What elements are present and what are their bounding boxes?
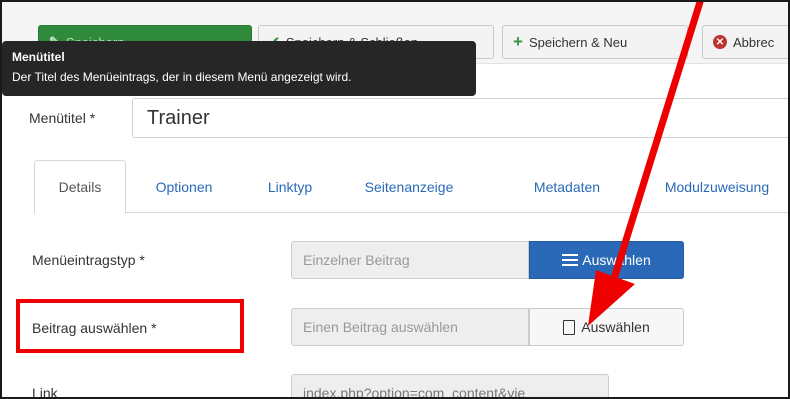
menu-item-type-field: Einzelner Beitrag xyxy=(291,241,529,279)
save-new-button-label: Speichern & Neu xyxy=(528,34,628,50)
link-field: index.php?option=com_content&vie xyxy=(291,374,609,397)
tab-seitenanzeige[interactable]: Seitenanzeige xyxy=(336,160,482,213)
tab-bar: Details Optionen Linktyp Seitenanzeige M… xyxy=(34,160,788,214)
cancel-button-label: Abbrec xyxy=(733,34,775,50)
plus-icon: + xyxy=(513,32,523,51)
link-label: Link xyxy=(32,385,58,399)
tab-linktyp[interactable]: Linktyp xyxy=(254,160,326,213)
title-label: Menütitel * xyxy=(29,110,96,126)
tab-modulzuweisung[interactable]: Modulzuweisung xyxy=(642,160,788,213)
close-circle-icon: ✕ xyxy=(713,35,727,49)
tab-details[interactable]: Details xyxy=(34,160,126,214)
save-new-button[interactable]: + Speichern & Neu xyxy=(502,25,688,59)
tooltip-text: Der Titel des Menüeintrags, der in diese… xyxy=(12,70,352,84)
tooltip: Menütitel Der Titel des Menüeintrags, de… xyxy=(2,41,476,96)
screenshot-frame: ✎ Speichern ✔ Speichern & Schließen + Sp… xyxy=(0,0,790,399)
annotation-highlight-box xyxy=(16,299,244,353)
select-menu-type-button[interactable]: Auswählen xyxy=(529,241,684,279)
menu-item-type-label: Menüeintragstyp * xyxy=(32,252,145,268)
list-icon xyxy=(562,253,579,267)
select-article-field: Einen Beitrag auswählen xyxy=(291,308,529,346)
tooltip-title: Menütitel xyxy=(12,50,65,64)
select-menu-type-label: Auswählen xyxy=(582,252,651,268)
tab-optionen[interactable]: Optionen xyxy=(138,160,230,213)
cancel-button[interactable]: ✕ Abbrec xyxy=(702,25,788,59)
file-icon xyxy=(563,319,576,335)
select-article-button-label: Auswählen xyxy=(581,319,650,335)
title-input[interactable] xyxy=(132,98,788,138)
select-article-button[interactable]: Auswählen xyxy=(529,308,684,346)
tab-metadaten[interactable]: Metadaten xyxy=(512,160,622,213)
